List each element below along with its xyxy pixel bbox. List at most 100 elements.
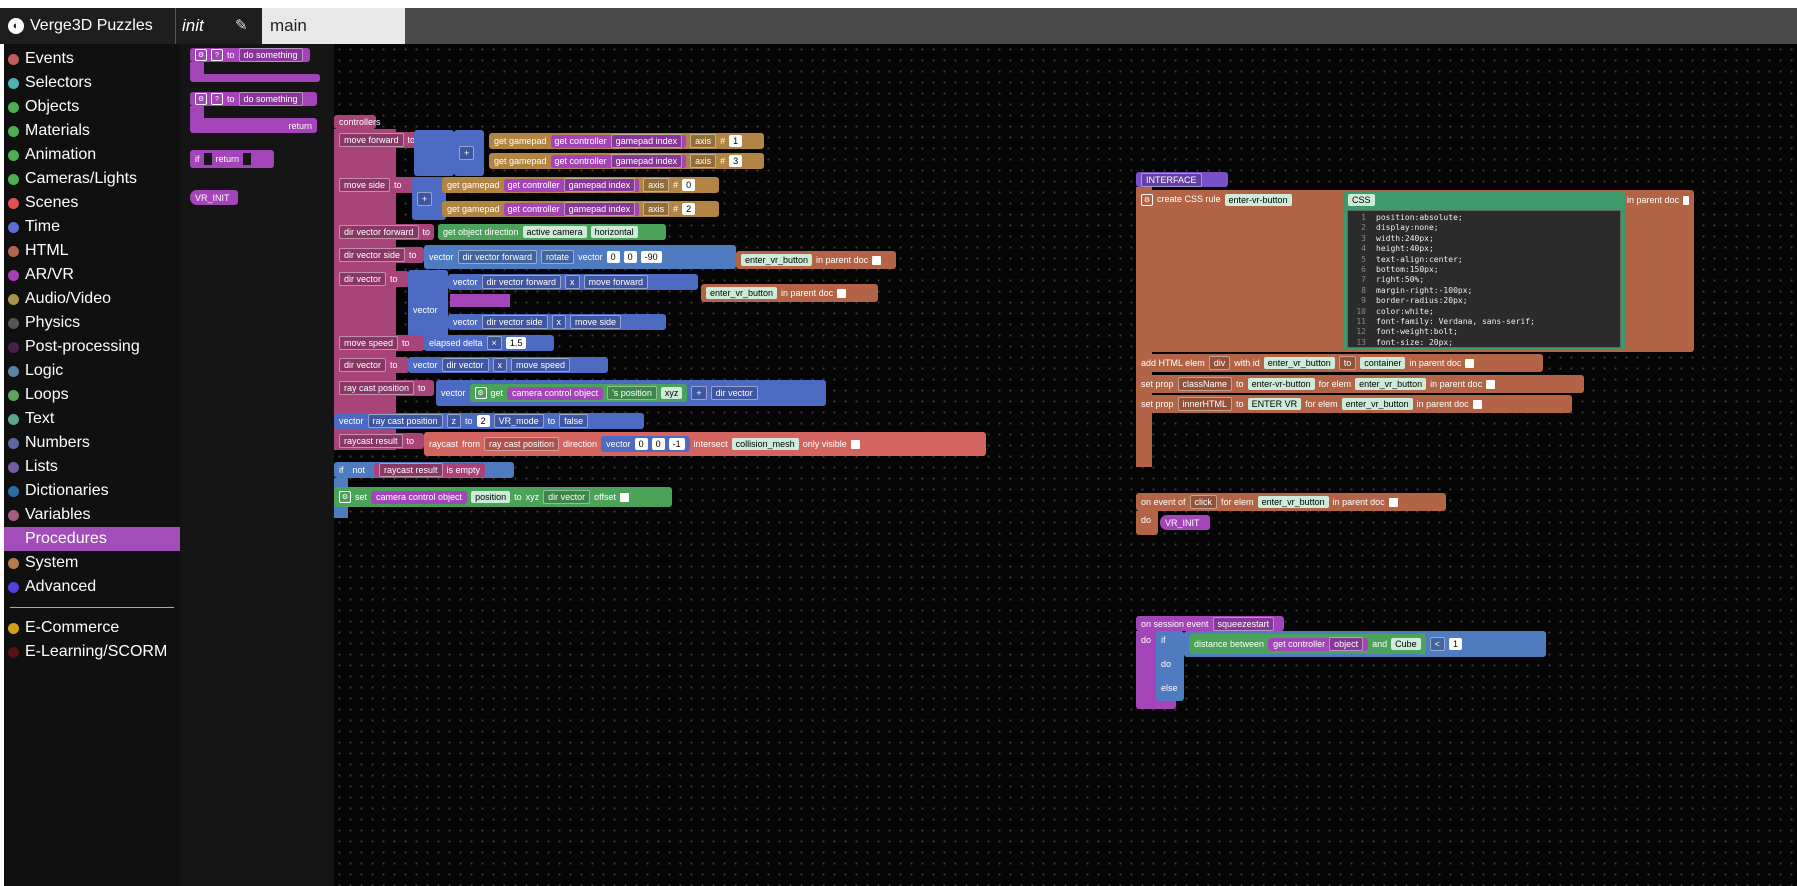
op-field[interactable]: x [565,275,580,289]
workspace-canvas[interactable]: controllers move forward to - + get game… [334,44,1797,886]
vector-rotate[interactable]: vector dir vector forward rotate vector … [424,245,736,269]
toolbox-category-loops[interactable]: Loops [4,383,180,407]
if-else-block[interactable]: if do else [1156,631,1184,701]
string-field[interactable]: ENTER VR [1247,398,1302,410]
var-field[interactable]: dir vector side [339,248,406,262]
toolbox-category-html[interactable]: HTML [4,239,180,263]
object-field[interactable]: active camera [522,226,587,238]
on-session-event[interactable]: on session event squeezestart [1136,616,1284,631]
op-field[interactable]: + [417,191,433,206]
checkbox[interactable] [837,288,847,298]
var-field[interactable]: dir vector [710,386,758,400]
event-field[interactable]: squeezestart [1212,616,1275,631]
set-move-speed[interactable]: move speed to [334,335,424,351]
toolbox-category-selectors[interactable]: Selectors [4,71,180,95]
get-gamepad-1[interactable]: get gamepad get controller gamepad index… [489,133,764,149]
checkbox[interactable] [1388,497,1398,507]
controller-field[interactable]: object [1329,637,1364,651]
toolbox-category-lists[interactable]: Lists [4,455,180,479]
axis-field[interactable]: axis [690,154,717,168]
get-gamepad-4[interactable]: get gamepad get controller gamepad index… [442,201,719,217]
vector-scale-forward[interactable]: vector dir vector forward x move forward [448,274,698,290]
object-field[interactable]: collision_mesh [731,438,799,450]
get-controller[interactable]: get controller gamepad index [503,202,640,216]
mode-field[interactable]: horizontal [590,226,638,238]
number-field[interactable]: 2 [476,415,490,427]
toolbox-category-objects[interactable]: Objects [4,95,180,119]
set-dir-vector-forward[interactable]: dir vector forward to [334,224,434,240]
if-return-block[interactable]: if return [190,150,274,168]
var-field[interactable]: raycast result [379,463,443,477]
var-field[interactable]: dir vector [441,358,489,372]
proc-name-field[interactable]: do something [238,48,303,62]
op-field[interactable]: rotate [541,250,575,264]
controllers-header[interactable]: controllers [334,115,381,129]
checkbox[interactable] [1465,358,1475,368]
op-field[interactable]: < [1429,637,1445,651]
vector-scale-speed[interactable]: vector dir vector x move speed [408,357,608,373]
bool-field[interactable]: false [559,414,589,428]
toolbox-category-e-learning-scorm[interactable]: E-Learning/SCORM [4,640,180,664]
call-vr-init[interactable]: VR_INIT [1160,515,1210,530]
string-field[interactable]: enter_vr_button [706,287,778,299]
proc-define-block[interactable]: ⚙ ? to do something [190,48,310,62]
number-field[interactable]: 1 [729,135,743,147]
var-field[interactable]: move side [339,178,391,192]
var-field[interactable]: raycast result [339,434,403,448]
string-field[interactable]: enter_vr_button [1341,398,1413,410]
axis-field[interactable]: axis [690,134,717,148]
checkbox[interactable] [850,439,860,449]
get-position-block[interactable]: ⚙ get camera control object 's position … [469,384,688,402]
toolbox-category-physics[interactable]: Physics [4,311,180,335]
tag-field[interactable]: div [1208,356,1231,370]
op-field[interactable]: x [551,315,567,329]
object-field[interactable]: Cube [1391,638,1421,650]
var-field[interactable]: ray cast position [339,381,415,395]
string-field[interactable]: enter-vr-button [1224,194,1292,206]
proc-name-field[interactable]: INTERFACE [1141,172,1202,187]
var-field[interactable]: dir vector [339,272,387,286]
toolbox-category-dictionaries[interactable]: Dictionaries [4,479,180,503]
distance-block[interactable]: distance between get controller object a… [1189,634,1426,654]
var-field[interactable]: dir vector [339,358,387,372]
elem-ref-2[interactable]: enter_vr_button in parent doc [701,284,878,302]
vector-direction[interactable]: vector 0 0 -1 [601,436,690,452]
if-not-empty[interactable]: if not raycast result is empty [334,462,514,478]
controller-field[interactable]: gamepad index [610,134,683,148]
get-controller[interactable]: get controller gamepad index [550,154,687,168]
raycast-block[interactable]: raycast from ray cast position direction… [424,432,986,456]
prop-field[interactable]: 's position [607,386,657,400]
vector-scale-side[interactable]: vector dir vector side x move side [448,314,666,330]
axis-field[interactable]: z [446,414,462,428]
number-field[interactable]: 1.5 [505,337,527,349]
controller-field[interactable]: gamepad index [610,154,683,168]
toolbox-category-audio-video[interactable]: Audio/Video [4,287,180,311]
tab-init[interactable]: init [175,8,262,44]
pin-icon[interactable]: ✎ [235,16,248,34]
var-field[interactable]: ray cast position [367,414,443,428]
set-dir-vector-2[interactable]: dir vector to [334,357,409,373]
help-icon[interactable]: ? [211,93,223,105]
toolbox-category-procedures[interactable]: Procedures [4,527,180,551]
proc-return-block[interactable]: ⚙ ? to do something [190,92,317,106]
checkbox[interactable] [1486,379,1496,389]
gear-icon[interactable]: ⚙ [195,93,207,105]
add-html-elem[interactable]: add HTML elem div with id enter_vr_butto… [1136,354,1543,372]
math-plus[interactable]: + [454,130,484,176]
css-code-editor[interactable]: 1 position:absolute; 2 display:none; 3 width:… [1347,210,1621,348]
math-plus-2[interactable]: + [412,177,446,220]
toolbox-category-system[interactable]: System [4,551,180,575]
toolbox-category-text[interactable]: Text [4,407,180,431]
op-field[interactable]: x [492,358,508,372]
set-raycast-result[interactable]: raycast result to [334,433,424,449]
string-field[interactable]: enter-vr-button [1247,378,1315,390]
op-field[interactable]: + [691,386,707,400]
lang-field[interactable]: CSS [1348,194,1375,206]
checkbox[interactable] [1472,399,1482,409]
prop-field[interactable]: position [471,491,511,503]
toolbox-category-scenes[interactable]: Scenes [4,191,180,215]
var-field[interactable]: VR_mode [493,414,544,428]
number-field[interactable]: 0 [651,438,665,450]
is-empty-block[interactable]: raycast result is empty [374,463,486,477]
set-prop-classname[interactable]: set prop className to enter-vr-button fo… [1136,375,1584,393]
